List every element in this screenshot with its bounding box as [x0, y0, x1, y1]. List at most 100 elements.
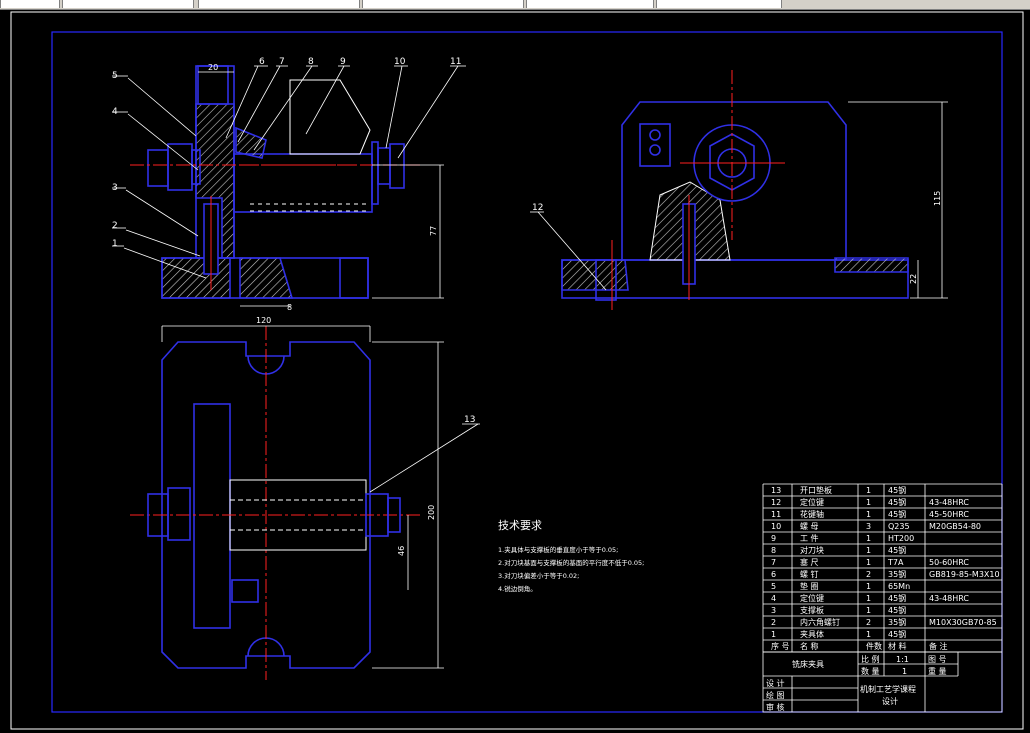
- bom-row-cell-qty: 2: [866, 618, 871, 627]
- bom-row-cell-qty: 1: [866, 510, 871, 519]
- bom-row-cell-name: 工 件: [800, 533, 819, 543]
- bom-row-cell-mat: 45钢: [888, 509, 906, 519]
- title-block-text: 铣床夹具 比 例 1:1 图 号 数 量 1 重 量 设 计 绘 图 审 核 机…: [766, 654, 947, 712]
- balloon-13: 13: [464, 415, 475, 425]
- bom-row-cell-qty: 1: [866, 594, 871, 603]
- scale-label: 比 例: [861, 654, 880, 664]
- tech-note-1: 1.夹具体与支撑板的垂直度小于等于0.05;: [498, 545, 618, 554]
- dim-46: 46: [397, 546, 406, 556]
- balloon-7: 7: [279, 57, 285, 67]
- bom-row-cell-no: 12: [771, 498, 781, 507]
- bom-row-cell-name: 对刀块: [800, 545, 824, 555]
- bom-row-cell-no: 4: [771, 594, 776, 603]
- cad-drawing-canvas[interactable]: 1 2 3 4 5 6 7 8 9 10 11 12 13 20 77 8 11…: [0, 0, 1030, 733]
- bom-row-cell-mat: 45钢: [888, 485, 906, 495]
- drawing-name: 铣床夹具: [792, 659, 824, 669]
- balloon-1: 1: [112, 239, 118, 249]
- bom-row-cell-no: 9: [771, 534, 776, 543]
- bom-row-cell-no: 3: [771, 606, 776, 615]
- bom-row-cell-name: 夹具体: [800, 629, 824, 639]
- bom-row-cell-mat: 45钢: [888, 629, 906, 639]
- bom-row-cell-qty: 1: [866, 606, 871, 615]
- bom-row-cell-no: 2: [771, 618, 776, 627]
- bom-row-cell-name: 塞 尺: [800, 557, 819, 567]
- bom-header-cell-mat: 材 料: [888, 641, 907, 651]
- bom-header-cell-no: 序 号: [771, 641, 790, 651]
- bom-row-cell-qty: 1: [866, 546, 871, 555]
- count-label: 数 量: [861, 666, 880, 676]
- bom-header-cell-note: 备 注: [929, 641, 948, 651]
- balloon-2: 2: [112, 221, 118, 231]
- dim-115: 115: [933, 191, 942, 206]
- bom-row-cell-mat: 45钢: [888, 545, 906, 555]
- bom-row-cell-qty: 1: [866, 558, 871, 567]
- balloon-4: 4: [112, 107, 118, 117]
- tech-note-4: 4.锐边倒角。: [498, 584, 537, 593]
- bom-row-cell-note: 43-48HRC: [929, 498, 969, 507]
- bom-row-cell-no: 13: [771, 486, 781, 495]
- draw-label: 绘 图: [766, 690, 785, 700]
- count-value: 1: [902, 667, 907, 676]
- bom-row-cell-name: 开口垫板: [800, 485, 832, 495]
- balloon-6: 6: [259, 57, 265, 67]
- bom-row-cell-note: M20GB54-80: [929, 522, 981, 531]
- dim-20: 20: [208, 63, 218, 72]
- bom-row-cell-qty: 1: [866, 498, 871, 507]
- bom-header-cell-qty: 件数: [866, 641, 882, 651]
- dim-8: 8: [287, 303, 292, 312]
- weight-label: 重 量: [928, 666, 947, 676]
- bom-row-cell-mat: 45钢: [888, 497, 906, 507]
- bom-row-cell-qty: 2: [866, 570, 871, 579]
- bom-row-cell-mat: 45钢: [888, 593, 906, 603]
- course-name: 机制工艺学课程: [860, 684, 916, 694]
- balloon-12: 12: [532, 203, 543, 213]
- balloon-3: 3: [112, 183, 118, 193]
- bom-row-cell-note: 45-50HRC: [929, 510, 969, 519]
- bom-row-cell-mat: 45钢: [888, 605, 906, 615]
- bom-row-cell-mat: Q235: [888, 522, 910, 531]
- dim-77: 77: [429, 226, 438, 236]
- drawing-no-label: 图 号: [928, 655, 947, 664]
- bom-row-cell-qty: 1: [866, 486, 871, 495]
- bom-row-cell-no: 10: [771, 522, 781, 531]
- dimension-labels: 20 77 8 115 22 120 200 46: [208, 63, 942, 556]
- bom-header-cell-name: 名 称: [800, 641, 819, 651]
- balloon-5: 5: [112, 71, 118, 81]
- front-view: [130, 65, 420, 299]
- bom-row-cell-note: 50-60HRC: [929, 558, 969, 567]
- tech-note-3: 3.对刀块偏差小于等于0.02;: [498, 571, 579, 580]
- bom-row-cell-no: 7: [771, 558, 776, 567]
- bom-row-cell-no: 6: [771, 570, 776, 579]
- bom-row-cell-mat: HT200: [888, 534, 914, 543]
- bom-row-cell-name: 螺 母: [800, 521, 819, 531]
- dim-120: 120: [256, 316, 271, 325]
- bom-row-cell-no: 8: [771, 546, 776, 555]
- side-view: [561, 70, 909, 310]
- bom-row-cell-qty: 1: [866, 534, 871, 543]
- bom-row-cell-mat: 35钢: [888, 569, 906, 579]
- balloon-9: 9: [340, 57, 346, 67]
- balloon-8: 8: [308, 57, 314, 67]
- bom-row-cell-name: 垫 圈: [800, 581, 819, 591]
- design-label: 设 计: [766, 678, 785, 688]
- tech-note-2: 2.对刀块基面与支撑板的基面的平行度不低于0.05;: [498, 558, 644, 567]
- bom-row-cell-qty: 1: [866, 582, 871, 591]
- bom-row-cell-mat: T7A: [887, 558, 904, 567]
- bom-row-cell-name: 内六角螺钉: [800, 617, 840, 627]
- course-name-2: 设计: [882, 696, 898, 706]
- bom-row-cell-no: 1: [771, 630, 776, 639]
- balloon-11: 11: [450, 57, 461, 67]
- balloon-10: 10: [394, 57, 406, 67]
- dim-22: 22: [909, 274, 918, 284]
- bom-row-cell-qty: 1: [866, 630, 871, 639]
- review-label: 审 核: [766, 702, 785, 712]
- tech-title: 技术要求: [498, 519, 542, 532]
- bom-row-cell-name: 定位键: [800, 497, 824, 507]
- bom-row-cell-mat: 65Mn: [888, 582, 910, 591]
- bom-row-cell-qty: 3: [866, 522, 871, 531]
- bom-row-cell-no: 11: [771, 510, 781, 519]
- bom-row-cell-name: 花键轴: [800, 509, 824, 519]
- top-view: [130, 326, 420, 680]
- bom-row-cell-name: 定位键: [800, 593, 824, 603]
- bom-row-cell-note: M10X30GB70-85: [929, 618, 997, 627]
